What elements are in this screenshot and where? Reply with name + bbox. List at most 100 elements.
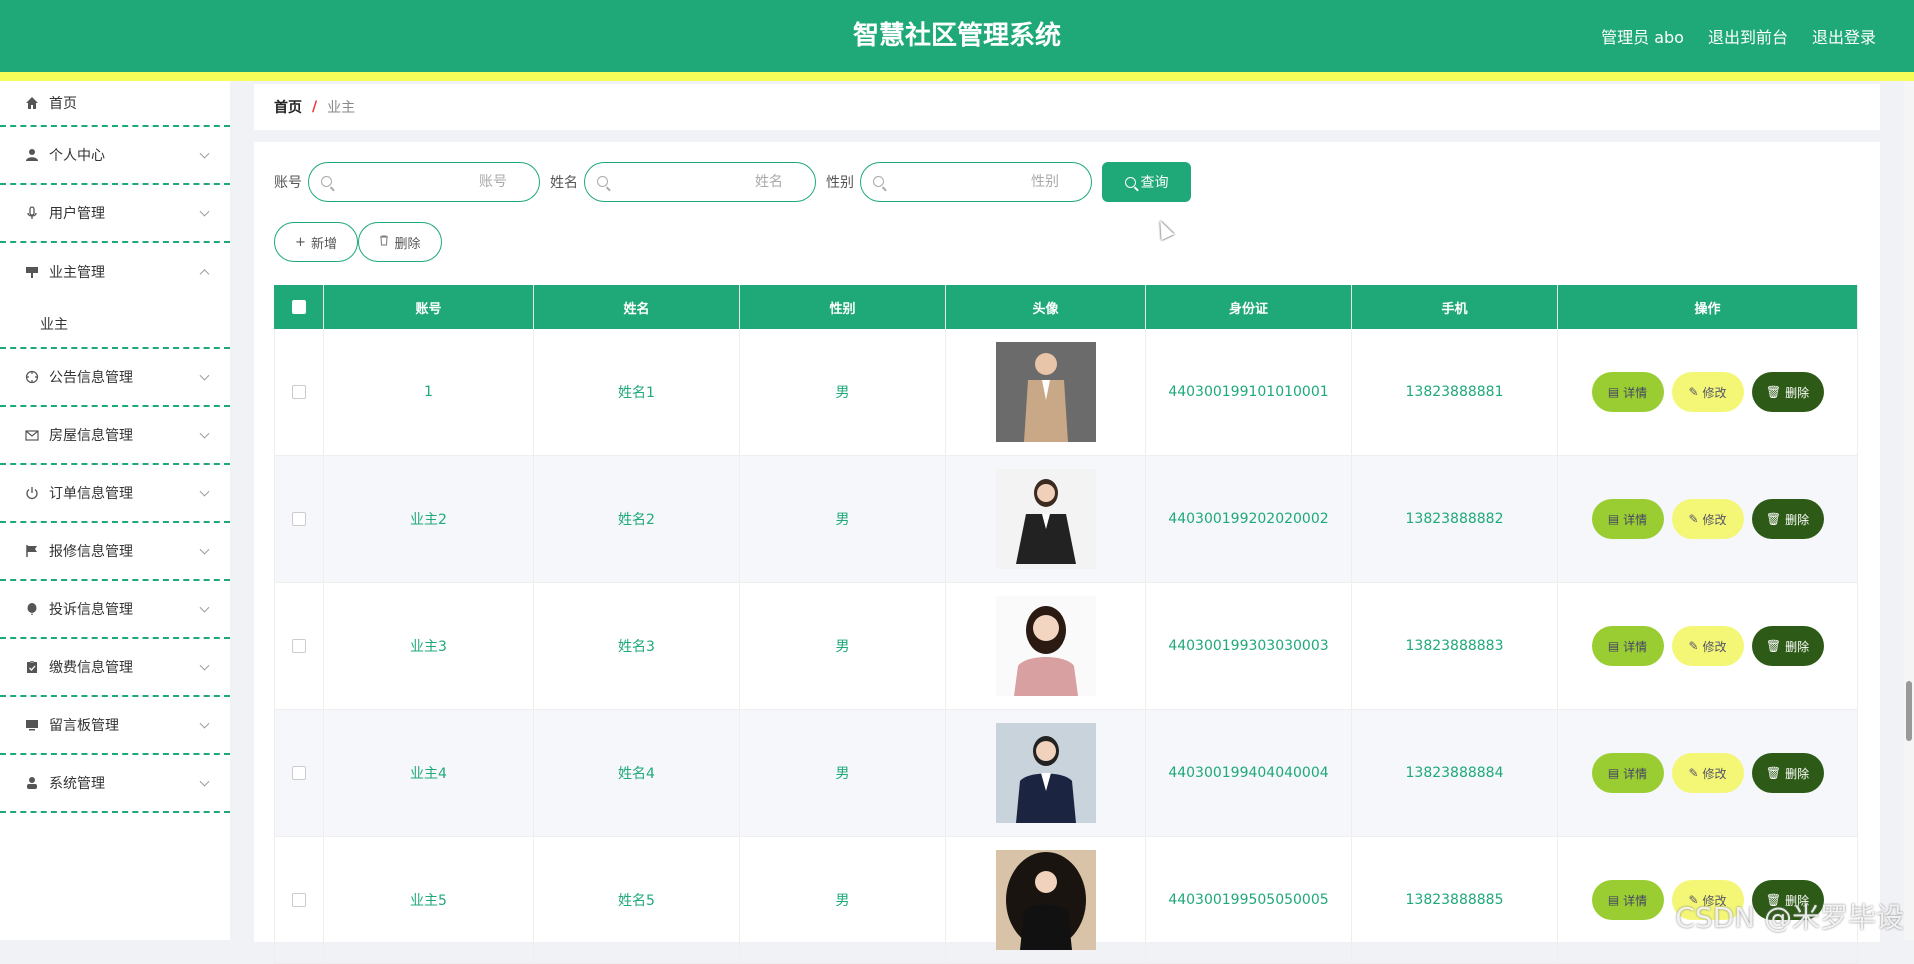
header-accent-bar <box>0 72 1914 81</box>
delete-button[interactable]: 🗑删除 <box>1752 499 1824 539</box>
column-header[interactable]: 性别 <box>740 285 946 329</box>
avatar[interactable] <box>996 342 1096 442</box>
exit-to-frontend-link[interactable]: 退出到前台 <box>1708 24 1788 48</box>
column-header[interactable]: 姓名 <box>534 285 740 329</box>
chevron-down-icon <box>200 207 210 217</box>
sidebar-subitem-owner[interactable]: 业主 <box>0 301 230 349</box>
trash-icon: 🗑 <box>1766 512 1781 526</box>
target-icon <box>24 369 40 385</box>
detail-button[interactable]: ▤详情 <box>1592 753 1664 793</box>
phone-cell: 13823888885 <box>1352 837 1558 963</box>
sidebar-item-system[interactable]: 系统管理 <box>0 755 230 813</box>
chevron-down-icon <box>200 371 210 381</box>
avatar[interactable] <box>996 469 1096 569</box>
scrollbar-thumb[interactable] <box>1906 681 1912 741</box>
edit-button[interactable]: ✎修改 <box>1672 499 1744 539</box>
search-icon <box>321 176 332 187</box>
edit-button[interactable]: ✎修改 <box>1672 626 1744 666</box>
delete-button[interactable]: 🗑删除 <box>1752 753 1824 793</box>
search-icon <box>873 176 884 187</box>
admin-user-label[interactable]: 管理员 abo <box>1601 24 1684 48</box>
detail-button[interactable]: ▤详情 <box>1592 372 1664 412</box>
table-row: 业主2 姓名2 男 440300199202020002 13823888882… <box>274 456 1858 583</box>
sidebar: 首页 个人中心 用户管理 业主管理 业主 公告信息管理 房屋信息管理 订单信息管… <box>0 81 230 940</box>
user-icon <box>24 147 40 163</box>
add-button-label: 新增 <box>311 233 337 252</box>
breadcrumb-home[interactable]: 首页 <box>274 97 302 117</box>
balloon-icon <box>24 601 40 617</box>
sidebar-item-house[interactable]: 房屋信息管理 <box>0 407 230 465</box>
search-bar: 账号 姓名 性别 查询 <box>274 162 1191 202</box>
phone-cell: 13823888884 <box>1352 710 1558 836</box>
account-cell: 业主4 <box>324 710 534 836</box>
gender-input[interactable] <box>861 163 1091 201</box>
avatar[interactable] <box>996 596 1096 696</box>
row-checkbox[interactable] <box>292 385 306 399</box>
pencil-icon: ✎ <box>1688 766 1698 780</box>
sidebar-item-repair[interactable]: 报修信息管理 <box>0 523 230 581</box>
pencil-icon: ✎ <box>1688 385 1698 399</box>
avatar[interactable] <box>996 723 1096 823</box>
name-search-field <box>584 162 816 202</box>
sidebar-item-complaint[interactable]: 投诉信息管理 <box>0 581 230 639</box>
table-row: 业主5 姓名5 男 440300199505050005 13823888885… <box>274 837 1858 964</box>
edit-button[interactable]: ✎修改 <box>1672 372 1744 412</box>
detail-button[interactable]: ▤详情 <box>1592 499 1664 539</box>
batch-delete-button[interactable]: 删除 <box>358 222 442 262</box>
account-cell: 业主3 <box>324 583 534 709</box>
document-icon: ▤ <box>1608 639 1619 653</box>
search-icon <box>1125 177 1136 188</box>
select-all-checkbox[interactable] <box>292 300 306 314</box>
name-input[interactable] <box>585 163 815 201</box>
idcard-cell: 440300199101010001 <box>1146 329 1352 455</box>
sidebar-item-home[interactable]: 首页 <box>0 81 230 127</box>
phone-cell: 13823888883 <box>1352 583 1558 709</box>
add-button[interactable]: + 新增 <box>274 222 358 262</box>
table-header: 账号 姓名 性别 头像 身份证 手机 操作 <box>274 285 1858 329</box>
row-checkbox[interactable] <box>292 893 306 907</box>
chevron-down-icon <box>200 545 210 555</box>
vertical-scrollbar[interactable] <box>1904 81 1914 940</box>
column-header: 操作 <box>1558 285 1858 329</box>
detail-button[interactable]: ▤详情 <box>1592 880 1664 920</box>
avatar[interactable] <box>996 850 1096 950</box>
sidebar-item-announcement[interactable]: 公告信息管理 <box>0 349 230 407</box>
detail-button[interactable]: ▤详情 <box>1592 626 1664 666</box>
delete-button[interactable]: 🗑删除 <box>1752 372 1824 412</box>
sidebar-item-label: 报修信息管理 <box>49 541 133 561</box>
sidebar-item-user-management[interactable]: 用户管理 <box>0 185 230 243</box>
name-cell: 姓名1 <box>534 329 740 455</box>
column-header[interactable]: 身份证 <box>1146 285 1352 329</box>
search-icon <box>597 176 608 187</box>
sign-icon <box>24 264 40 280</box>
clipboard-icon <box>24 659 40 675</box>
document-icon: ▤ <box>1608 512 1619 526</box>
edit-button[interactable]: ✎修改 <box>1672 753 1744 793</box>
sidebar-item-personal-center[interactable]: 个人中心 <box>0 127 230 185</box>
owner-table: 账号 姓名 性别 头像 身份证 手机 操作 1 姓名1 男 4403001991… <box>274 285 1858 964</box>
row-checkbox[interactable] <box>292 766 306 780</box>
delete-button[interactable]: 🗑删除 <box>1752 626 1824 666</box>
document-icon: ▤ <box>1608 385 1619 399</box>
sidebar-item-label: 个人中心 <box>49 145 105 165</box>
sidebar-item-order[interactable]: 订单信息管理 <box>0 465 230 523</box>
row-checkbox[interactable] <box>292 639 306 653</box>
sidebar-item-payment[interactable]: 缴费信息管理 <box>0 639 230 697</box>
sidebar-item-label: 投诉信息管理 <box>49 599 133 619</box>
chevron-down-icon <box>200 487 210 497</box>
name-cell: 姓名3 <box>534 583 740 709</box>
sidebar-item-message-board[interactable]: 留言板管理 <box>0 697 230 755</box>
logout-link[interactable]: 退出登录 <box>1812 24 1876 48</box>
column-header[interactable]: 账号 <box>324 285 534 329</box>
account-cell: 1 <box>324 329 534 455</box>
row-checkbox[interactable] <box>292 512 306 526</box>
column-header[interactable]: 手机 <box>1352 285 1558 329</box>
query-button[interactable]: 查询 <box>1102 162 1191 202</box>
account-cell: 业主2 <box>324 456 534 582</box>
sidebar-item-owner-management[interactable]: 业主管理 <box>0 243 230 301</box>
trash-icon: 🗑 <box>1766 639 1781 653</box>
account-input[interactable] <box>309 163 539 201</box>
sidebar-item-label: 缴费信息管理 <box>49 657 133 677</box>
select-all-cell <box>274 285 324 329</box>
sidebar-item-label: 房屋信息管理 <box>49 425 133 445</box>
